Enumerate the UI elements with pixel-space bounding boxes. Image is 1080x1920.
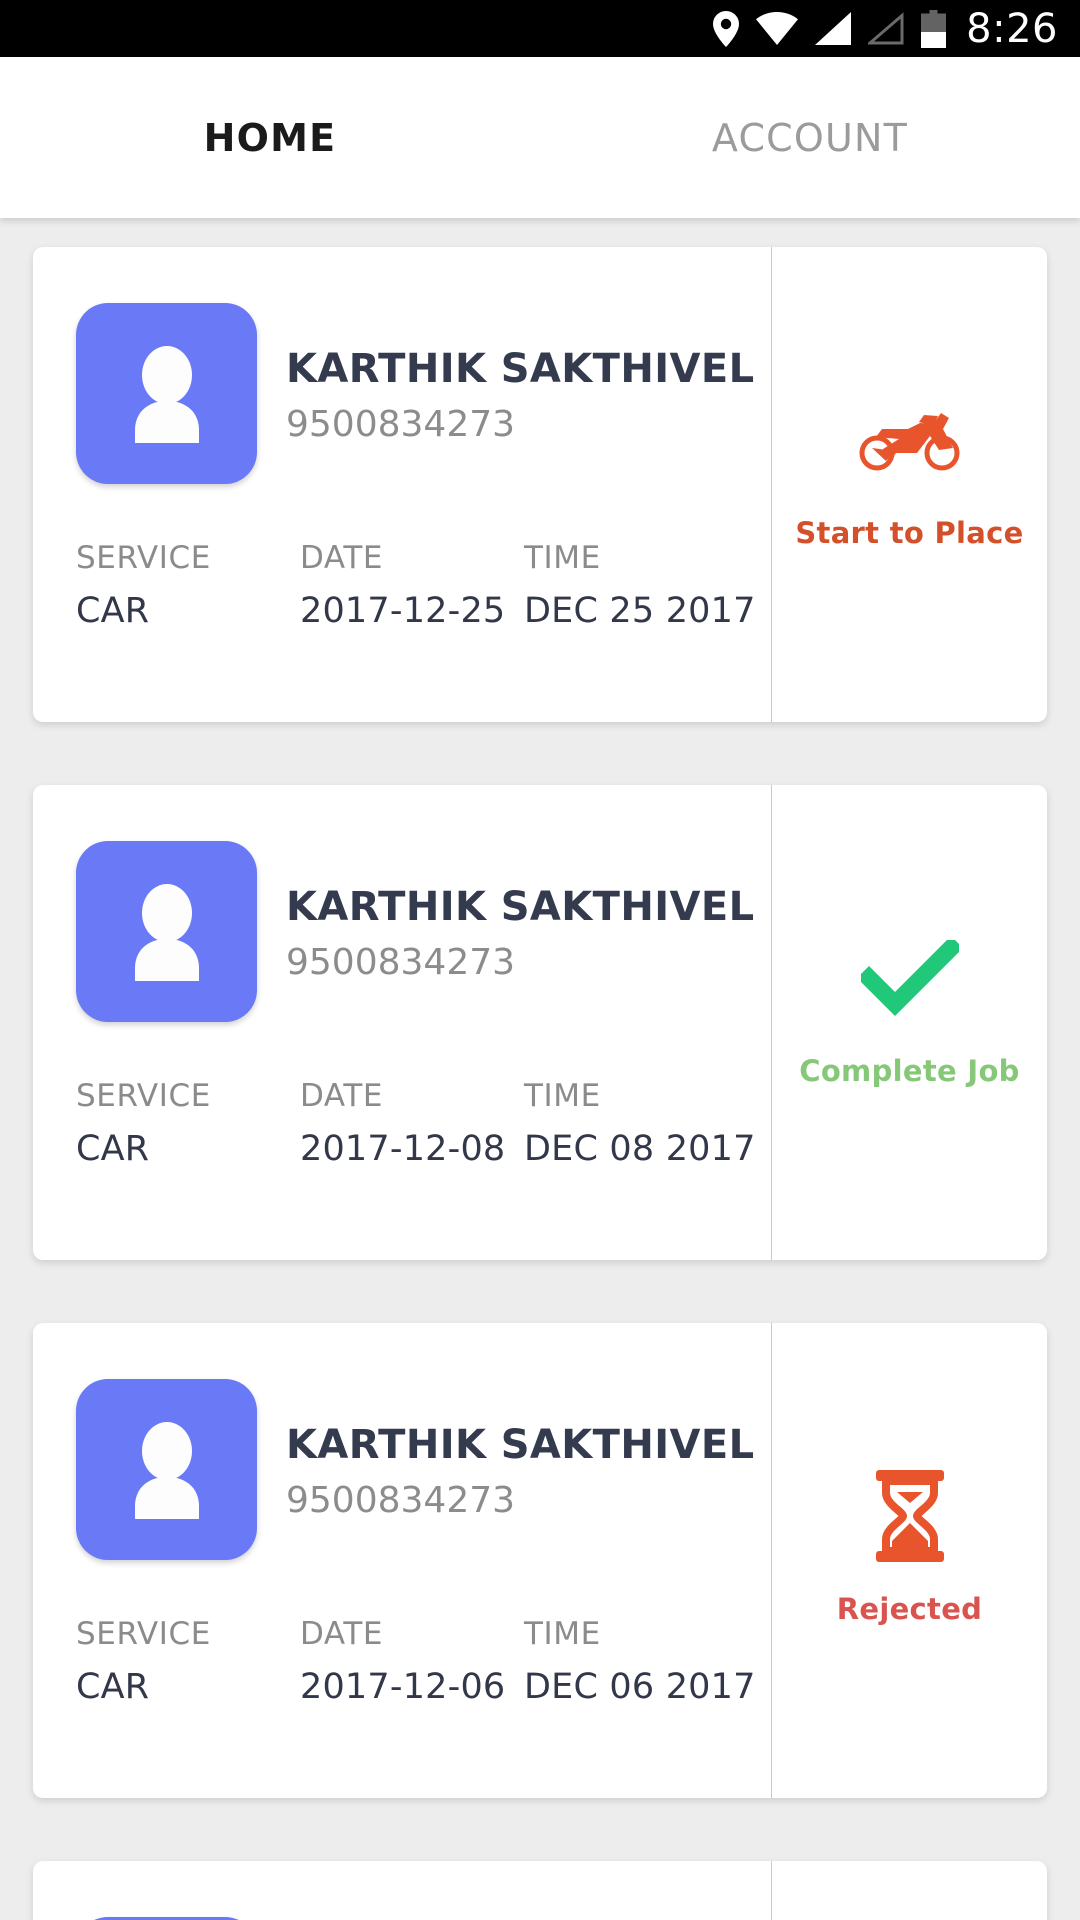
meta-service-label: SERVICE <box>76 540 211 576</box>
customer-text: KARTHIK SAKTHIVEL 9500834273 <box>257 841 755 983</box>
job-card-details: KARTHIK SAKTHIVEL 9500834273 SERVICE CAR… <box>33 247 771 722</box>
job-action-button[interactable]: Start to Place <box>771 247 1047 722</box>
checkmark-icon <box>860 932 959 1024</box>
wifi-icon <box>756 12 799 45</box>
avatar <box>76 303 257 484</box>
job-meta: SERVICE CAR DATE 2017-12-06 TIME DEC 06 … <box>76 1616 771 1759</box>
customer-text: KARTHIK SAKTHIVEL 9500834273 <box>257 1379 755 1521</box>
customer-name: KARTHIK SAKTHIVEL <box>286 346 755 392</box>
meta-time-value: DEC 08 2017 <box>524 1129 756 1169</box>
meta-service-value: CAR <box>76 1129 150 1169</box>
customer-phone: 9500834273 <box>286 942 516 983</box>
customer-phone: 9500834273 <box>286 1480 516 1521</box>
meta-time: TIME DEC 08 2017 <box>524 1078 756 1169</box>
meta-date-value: 2017-12-06 <box>300 1667 506 1707</box>
meta-time-value: DEC 25 2017 <box>524 591 756 631</box>
location-pin-icon <box>713 10 740 47</box>
job-action-label: Start to Place <box>795 515 1024 550</box>
meta-time-label: TIME <box>524 1616 601 1652</box>
customer-block: KARTHIK SAKTHIVEL 9500834273 <box>76 303 771 484</box>
signal-empty-icon <box>868 12 904 45</box>
meta-service-value: CAR <box>76 591 150 631</box>
meta-time-label: TIME <box>524 540 601 576</box>
signal-full-icon <box>815 12 852 45</box>
meta-service: SERVICE CAR <box>76 540 300 631</box>
job-card[interactable]: KARTHIK SAKTHIVEL 9500834273 SERVICE CAR… <box>33 785 1047 1260</box>
person-icon <box>134 883 199 981</box>
avatar <box>76 841 257 1022</box>
job-action-label: Complete Job <box>799 1053 1020 1088</box>
customer-phone: 9500834273 <box>286 404 516 445</box>
meta-time-label: TIME <box>524 1078 601 1114</box>
person-icon <box>134 1421 199 1519</box>
meta-date-value: 2017-12-25 <box>300 591 506 631</box>
meta-time: TIME DEC 25 2017 <box>524 540 756 631</box>
hourglass-icon <box>874 1469 946 1562</box>
motorcycle-icon <box>858 394 962 486</box>
meta-date-label: DATE <box>300 540 384 576</box>
meta-date: DATE 2017-12-08 <box>300 1078 524 1169</box>
tab-bar: HOME ACCOUNT <box>0 57 1080 218</box>
customer-block: KARTHIK SAKTHIVEL 9500834273 <box>76 841 771 1022</box>
meta-service-label: SERVICE <box>76 1616 211 1652</box>
job-card[interactable]: KARTHIK SAKTHIVEL 9500834273 SERVICE CAR… <box>33 1323 1047 1798</box>
job-meta: SERVICE CAR DATE 2017-12-25 TIME DEC 25 … <box>76 540 771 683</box>
meta-date-value: 2017-12-08 <box>300 1129 506 1169</box>
battery-icon <box>921 9 947 48</box>
customer-block: KARTHIK SAKTHIVEL 9500834273 <box>76 1379 771 1560</box>
job-card-details <box>33 1861 771 1920</box>
job-meta: SERVICE CAR DATE 2017-12-08 TIME DEC 08 … <box>76 1078 771 1221</box>
meta-date: DATE 2017-12-06 <box>300 1616 524 1707</box>
customer-text: KARTHIK SAKTHIVEL 9500834273 <box>257 303 755 445</box>
status-bar-icons <box>713 9 947 48</box>
job-card[interactable]: KARTHIK SAKTHIVEL 9500834273 SERVICE CAR… <box>33 247 1047 722</box>
job-card-details: KARTHIK SAKTHIVEL 9500834273 SERVICE CAR… <box>33 785 771 1260</box>
avatar <box>76 1379 257 1560</box>
job-action-button[interactable]: Rejected <box>771 1323 1047 1798</box>
job-card[interactable] <box>33 1861 1047 1920</box>
meta-service-label: SERVICE <box>76 1078 211 1114</box>
customer-name: KARTHIK SAKTHIVEL <box>286 1422 755 1468</box>
meta-date-label: DATE <box>300 1078 384 1114</box>
job-list[interactable]: KARTHIK SAKTHIVEL 9500834273 SERVICE CAR… <box>0 218 1080 1920</box>
status-bar-clock: 8:26 <box>966 5 1058 52</box>
status-bar: 8:26 <box>0 0 1080 57</box>
tab-account[interactable]: ACCOUNT <box>540 57 1080 218</box>
meta-date-label: DATE <box>300 1616 384 1652</box>
meta-service-value: CAR <box>76 1667 150 1707</box>
person-icon <box>134 345 199 443</box>
customer-name: KARTHIK SAKTHIVEL <box>286 884 755 930</box>
job-action-button[interactable]: Complete Job <box>771 785 1047 1260</box>
tab-home[interactable]: HOME <box>0 57 540 218</box>
meta-date: DATE 2017-12-25 <box>300 540 524 631</box>
meta-service: SERVICE CAR <box>76 1078 300 1169</box>
job-card-details: KARTHIK SAKTHIVEL 9500834273 SERVICE CAR… <box>33 1323 771 1798</box>
meta-service: SERVICE CAR <box>76 1616 300 1707</box>
meta-time: TIME DEC 06 2017 <box>524 1616 756 1707</box>
job-action-label: Rejected <box>836 1591 983 1626</box>
meta-time-value: DEC 06 2017 <box>524 1667 756 1707</box>
job-action-button[interactable] <box>771 1861 1047 1920</box>
